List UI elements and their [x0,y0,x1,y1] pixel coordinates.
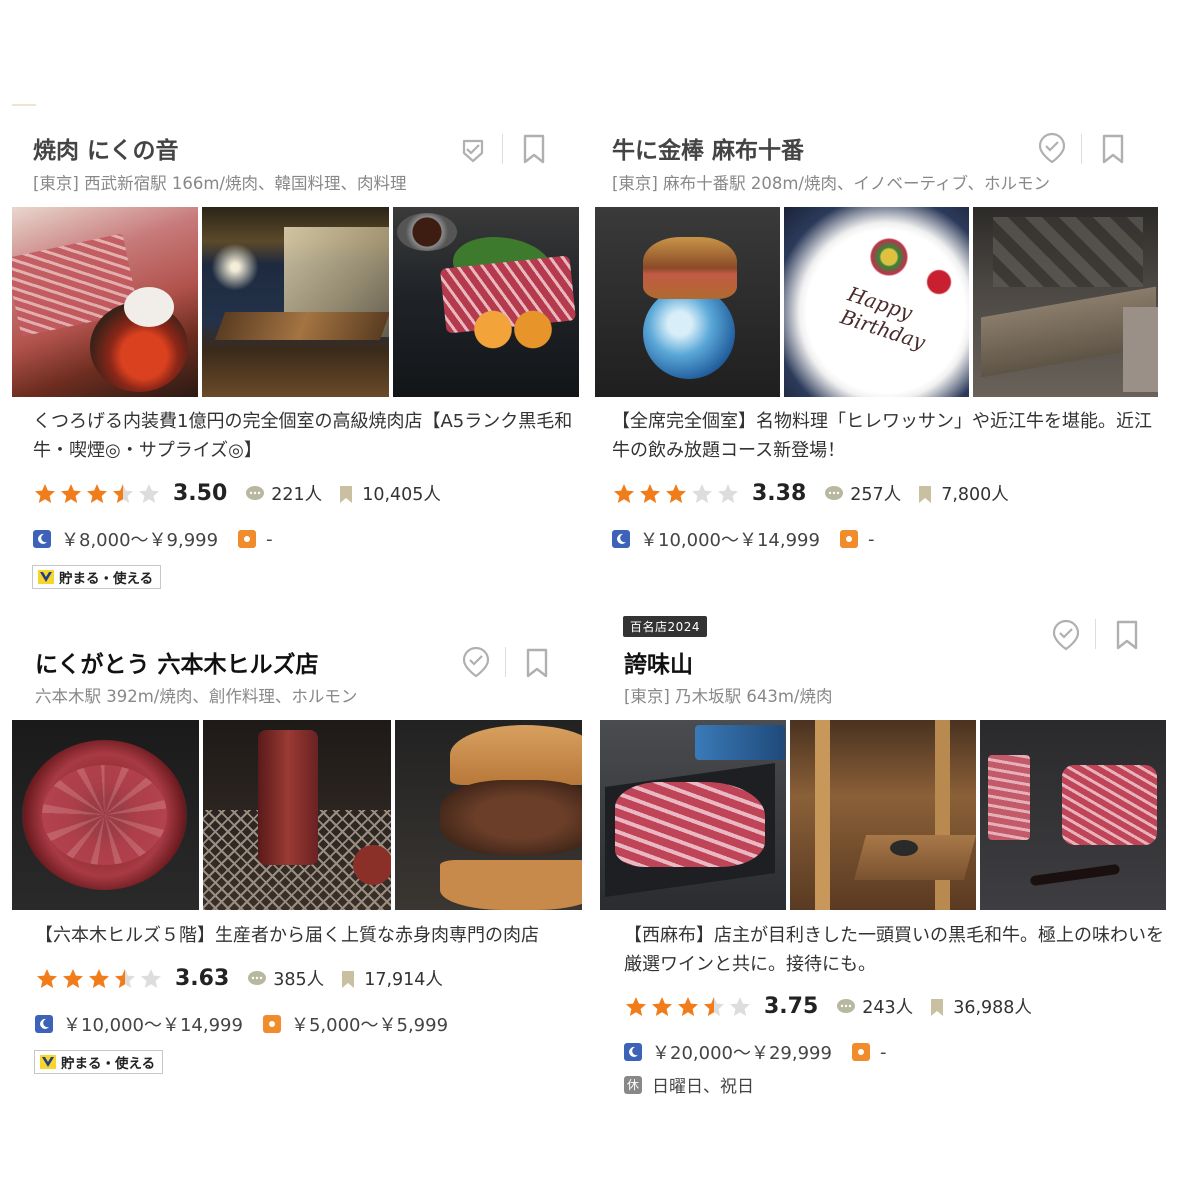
bookmark-count-icon [931,998,944,1016]
photo-strip[interactable] [600,720,1166,910]
beef-block-photo[interactable] [980,720,1166,910]
marbled-beef-photo[interactable] [600,720,786,910]
dinner-moon-icon [624,1043,642,1061]
closed-day-icon: 休 [624,1075,642,1094]
icon-divider [1095,619,1096,649]
review-count: 243人 [862,998,914,1018]
restaurant-description: 【西麻布】店主が目利きした一頭買いの黒毛和牛。極上の味わいを厳選ワインと共に。接… [624,925,1164,975]
hyakumeiten-badge: 百名店2024 [623,616,708,637]
bookmark-count: 36,988人 [953,998,1032,1018]
star-rating [624,995,752,1019]
holiday-row: 休 日曜日、祝日 [624,1072,754,1097]
star-icon [678,996,698,1016]
dinner-price: ￥20,000～￥29,999 [652,1043,832,1064]
restaurant-card-4[interactable]: 百名店2024 誇味山 [東京] 乃木坂駅 643m/焼肉 【西麻布】店主が目利… [0,0,1179,1179]
star-icon [730,996,750,1016]
price-row: ￥20,000～￥29,999 - [624,1039,886,1065]
star-icon [704,996,724,1016]
lunch-sun-icon [851,1043,870,1061]
closed-days: 日曜日、祝日 [652,1077,754,1097]
review-bubble-icon [837,998,856,1013]
rating-score: 3.75 [764,994,819,1019]
lunch-price: - [879,1041,887,1063]
restaurant-meta: [東京] 乃木坂駅 643m/焼肉 [624,687,833,706]
star-icon [626,996,646,1016]
restaurant-name[interactable]: 誇味山 [624,645,693,679]
rating-row: 3.75 243人 36,988人 [624,994,1046,1019]
star-icon [652,996,672,1016]
bookmark-icon[interactable] [1109,617,1145,653]
went-check-icon[interactable] [1048,617,1084,653]
private-booth-photo[interactable] [790,720,976,910]
